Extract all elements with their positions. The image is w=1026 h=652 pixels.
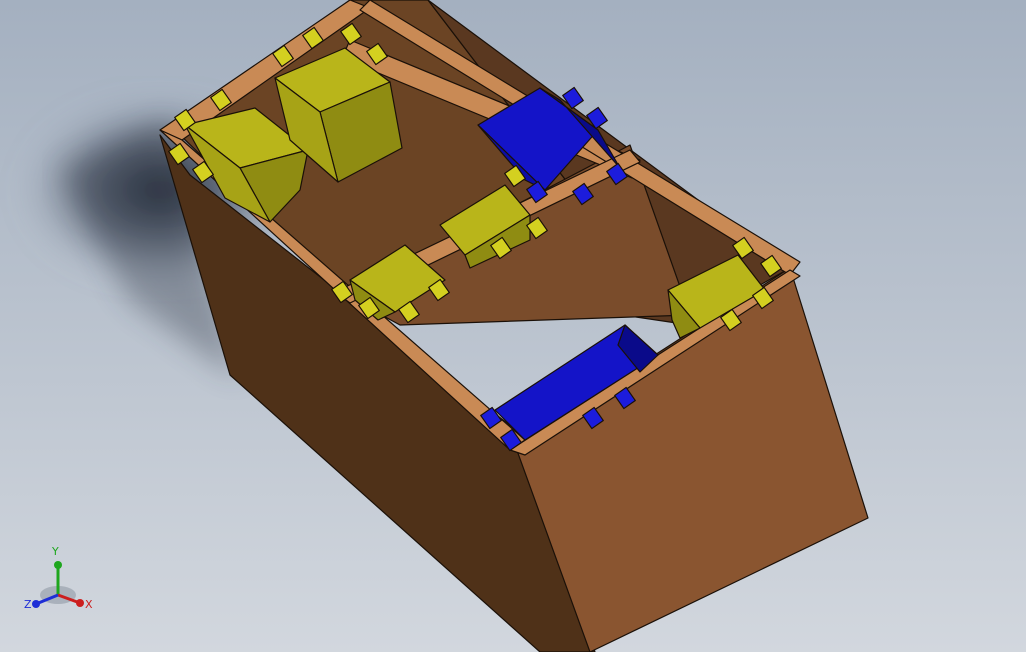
axis-triad: Y X Z bbox=[24, 545, 93, 611]
organizer-box-model[interactable] bbox=[159, 0, 869, 652]
z-axis-label: Z bbox=[24, 598, 32, 611]
y-axis-knob bbox=[54, 561, 62, 569]
3d-viewport[interactable] bbox=[0, 0, 1026, 652]
x-axis-knob bbox=[76, 599, 84, 607]
y-axis-label: Y bbox=[51, 545, 59, 558]
x-axis-label: X bbox=[85, 598, 93, 611]
z-axis-knob bbox=[32, 600, 40, 608]
